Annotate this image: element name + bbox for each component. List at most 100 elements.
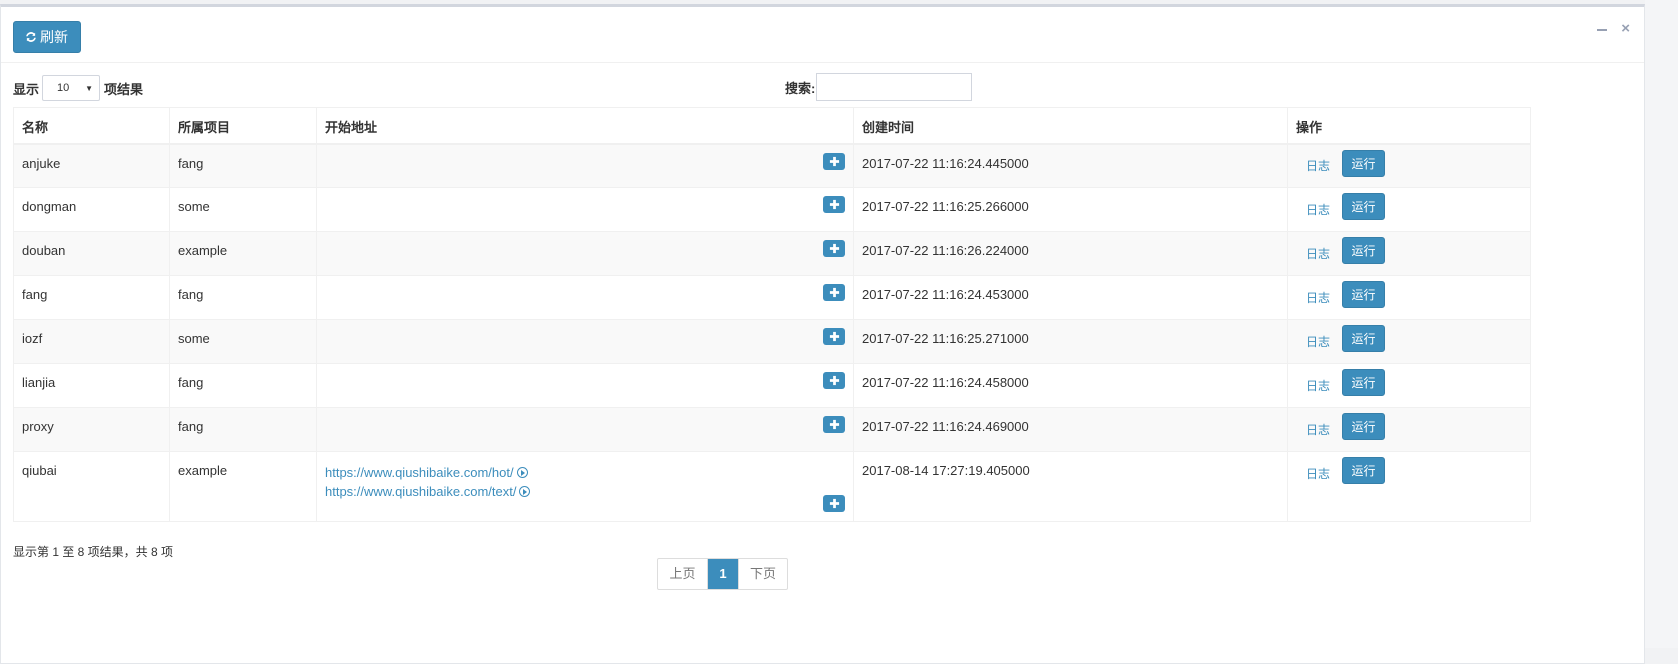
search-input[interactable] — [816, 73, 973, 101]
table-row: iozf some 2017-07-22 11:16:25.271000 日志 运行 — [13, 319, 1531, 364]
add-url-button[interactable] — [823, 152, 845, 170]
table-header-row: 名称 所属项目 开始地址 创建时间 操作 — [13, 107, 1531, 145]
run-button[interactable]: 运行 — [1342, 413, 1385, 440]
cell-name: lianjia — [13, 363, 170, 408]
page-length-select[interactable]: 10 ▼ — [42, 75, 101, 101]
cell-created: 2017-07-22 11:16:24.453000 — [853, 275, 1288, 320]
plus-icon — [829, 331, 840, 342]
pagination: 上页 1 下页 — [657, 558, 788, 590]
cell-created: 2017-08-14 17:27:19.405000 — [853, 451, 1288, 522]
page-length-value: 10 — [57, 82, 70, 94]
cell-actions: 日志 运行 — [1287, 275, 1531, 320]
cell-actions: 日志 运行 — [1287, 451, 1531, 522]
add-url-button[interactable] — [823, 372, 845, 389]
column-header-project[interactable]: 所属项目 — [169, 107, 317, 145]
cell-name: proxy — [13, 407, 170, 452]
cell-actions: 日志 运行 — [1287, 231, 1531, 276]
add-url-button[interactable] — [823, 495, 845, 512]
table-row: lianjia fang 2017-07-22 11:16:24.458000 日志运… — [13, 363, 1531, 408]
next-page-button[interactable]: 下页 — [738, 559, 787, 589]
page-length-control: 显示 10 ▼ 项结果 — [13, 75, 143, 101]
start-url-link[interactable]: https://www.qiushibaike.com/text/ — [325, 482, 845, 501]
log-link[interactable]: 日志 — [1306, 333, 1342, 350]
plus-icon — [829, 375, 840, 386]
column-header-created[interactable]: 创建时间 — [853, 107, 1288, 145]
plus-icon — [829, 199, 840, 210]
run-button[interactable]: 运行 — [1342, 457, 1385, 484]
header-divider — [1, 62, 1644, 63]
cell-start-urls — [316, 275, 854, 320]
table-row: qiubai example https://www.qiushibaike.com… — [13, 451, 1531, 522]
cell-project: fang — [169, 407, 317, 452]
cell-name: anjuke — [13, 143, 170, 188]
cell-start-urls — [316, 231, 854, 276]
cell-project: example — [169, 451, 317, 522]
column-header-start-url[interactable]: 开始地址 — [316, 107, 854, 145]
page-1-button[interactable]: 1 — [708, 559, 738, 589]
plus-icon — [829, 419, 840, 430]
cell-created: 2017-07-22 11:16:24.458000 — [853, 363, 1288, 408]
start-url-link[interactable]: https://www.qiushibaike.com/hot/ — [325, 463, 845, 482]
column-header-name[interactable]: 名称 — [13, 107, 170, 145]
close-icon[interactable]: × — [1621, 21, 1630, 37]
run-button[interactable]: 运行 — [1342, 149, 1385, 177]
spiders-table: 名称 所属项目 开始地址 创建时间 操作 anjuke fang 2017-07-2… — [13, 107, 1531, 522]
cell-start-urls — [316, 187, 854, 232]
cell-project: example — [169, 231, 317, 276]
log-link[interactable]: 日志 — [1306, 421, 1342, 438]
run-button[interactable]: 运行 — [1342, 369, 1385, 396]
cell-actions: 日志 运行 — [1287, 187, 1531, 232]
log-link[interactable]: 日志 — [1306, 377, 1342, 394]
cell-name: dongman — [13, 187, 170, 232]
cell-actions: 日志 运行 — [1287, 363, 1531, 408]
refresh-button[interactable]: 刷新 — [13, 21, 81, 53]
add-url-button[interactable] — [823, 284, 845, 301]
add-url-button[interactable] — [823, 196, 845, 213]
prev-page-button[interactable]: 上页 — [658, 559, 708, 589]
table-row: proxy fang 2017-07-22 11:16:24.469000 日志 运行 — [13, 407, 1531, 452]
plus-icon — [829, 243, 840, 254]
plus-icon — [829, 498, 840, 509]
cell-project: fang — [169, 275, 317, 320]
cell-name: douban — [13, 231, 170, 276]
page-right-gutter — [1645, 0, 1678, 648]
cell-created: 2017-07-22 11:16:24.445000 — [853, 143, 1288, 188]
run-button[interactable]: 运行 — [1342, 325, 1385, 352]
play-circle-icon[interactable] — [519, 486, 531, 497]
length-prefix: 显示 — [13, 81, 40, 97]
add-url-button[interactable] — [823, 416, 845, 433]
cell-start-urls — [316, 363, 854, 408]
cell-name: qiubai — [13, 451, 170, 522]
spiders-panel: 刷新 × 显示 10 ▼ 项结果 搜索: 名称 所属项目 开始地址 创建时间 操… — [0, 4, 1645, 664]
cell-start-urls: https://www.qiushibaike.com/hot/https://… — [316, 451, 854, 522]
table-info: 显示第 1 至 8 项结果，共 8 项 — [13, 545, 174, 559]
run-button[interactable]: 运行 — [1342, 237, 1385, 264]
cell-created: 2017-07-22 11:16:25.266000 — [853, 187, 1288, 232]
plus-icon — [829, 156, 840, 167]
run-button[interactable]: 运行 — [1342, 281, 1385, 308]
log-link[interactable]: 日志 — [1306, 289, 1342, 306]
start-url-text: https://www.qiushibaike.com/text/ — [325, 484, 517, 499]
minimize-icon[interactable] — [1597, 29, 1608, 31]
cell-project: some — [169, 319, 317, 364]
log-link[interactable]: 日志 — [1306, 465, 1342, 482]
cell-project: fang — [169, 363, 317, 408]
cell-project: some — [169, 187, 317, 232]
cell-actions: 日志 运行 — [1287, 143, 1531, 188]
column-header-actions[interactable]: 操作 — [1287, 107, 1531, 145]
log-link[interactable]: 日志 — [1306, 245, 1342, 262]
run-button[interactable]: 运行 — [1342, 193, 1385, 220]
caret-down-icon: ▼ — [85, 83, 94, 93]
log-link[interactable]: 日志 — [1306, 157, 1342, 174]
cell-actions: 日志 运行 — [1287, 319, 1531, 364]
table-row: dongman some 2017-07-22 11:16:25.266000 日志运… — [13, 187, 1531, 232]
cell-created: 2017-07-22 11:16:24.469000 — [853, 407, 1288, 452]
log-link[interactable]: 日志 — [1306, 201, 1342, 218]
add-url-button[interactable] — [823, 240, 845, 257]
length-suffix: 项结果 — [104, 81, 144, 97]
refresh-icon — [26, 32, 36, 42]
cell-name: fang — [13, 275, 170, 320]
add-url-button[interactable] — [823, 328, 845, 345]
start-url-text: https://www.qiushibaike.com/hot/ — [325, 465, 514, 480]
play-circle-icon[interactable] — [516, 467, 528, 478]
